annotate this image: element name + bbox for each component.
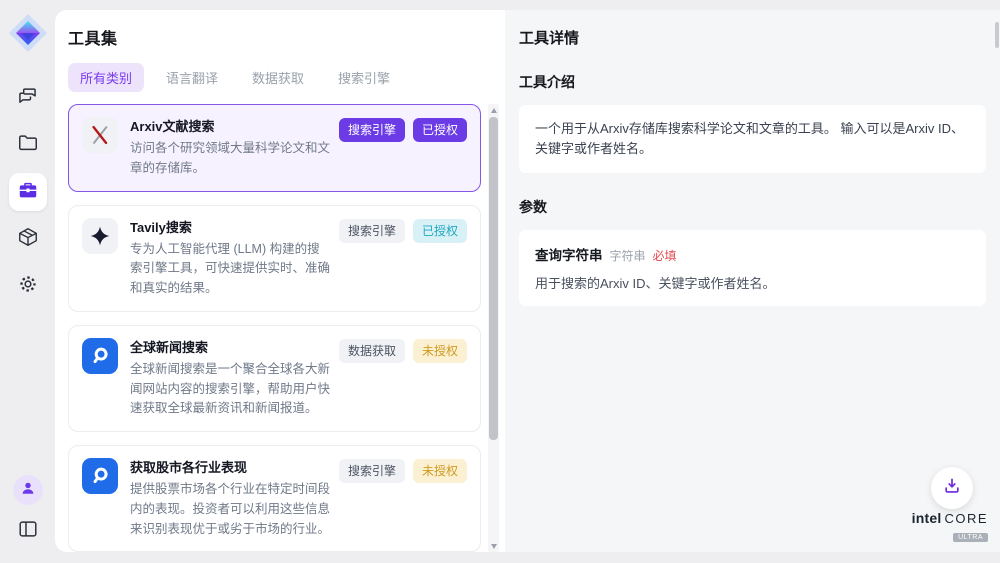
param-required-flag: 必填 — [653, 247, 677, 264]
category-badge: 搜索引擎 — [339, 219, 405, 243]
app-sidebar — [0, 0, 55, 563]
param-type: 字符串 — [610, 247, 646, 264]
tool-card[interactable]: Tavily搜索专为人工智能代理 (LLM) 构建的搜索引擎工具，可快速提供实时… — [68, 205, 481, 312]
tool-list: Arxiv文献搜索访问各个研究领域大量科学论文和文章的存储库。搜索引擎已授权Ta… — [68, 104, 481, 552]
tool-card-body: Arxiv文献搜索访问各个研究领域大量科学论文和文章的存储库。 — [130, 117, 331, 179]
tool-badges: 搜索引擎未授权 — [339, 459, 467, 483]
tool-card[interactable]: 全球新闻搜索全球新闻搜索是一个聚合全球各大新闻网站内容的搜索引擎，帮助用户快速获… — [68, 325, 481, 432]
tab-3[interactable]: 搜索引擎 — [326, 63, 402, 92]
sidebar-item-chat[interactable] — [9, 79, 47, 117]
download-icon — [942, 476, 962, 501]
intel-core-logo: intel core ultra — [912, 510, 988, 544]
auth-status-badge: 已授权 — [413, 219, 467, 243]
sidebar-item-settings[interactable] — [9, 267, 47, 305]
tool-card-body: 全球新闻搜索全球新闻搜索是一个聚合全球各大新闻网站内容的搜索引擎，帮助用户快速获… — [130, 338, 331, 419]
category-badge: 搜索引擎 — [339, 459, 405, 483]
sidebar-bottom — [12, 475, 44, 547]
sidebar-item-files[interactable] — [9, 126, 47, 164]
param-name: 查询字符串 — [535, 244, 603, 264]
download-button[interactable] — [931, 467, 973, 509]
brand-core-text: core — [944, 511, 988, 526]
tool-name: 全球新闻搜索 — [130, 338, 331, 358]
chat-icon — [17, 85, 39, 112]
sidebar-nav — [9, 79, 47, 305]
tool-name: Tavily搜索 — [130, 218, 331, 238]
folder-icon — [17, 132, 39, 159]
page-title: 工具集 — [68, 25, 505, 49]
toolbox-icon — [17, 179, 39, 206]
tool-description: 提供股票市场各个行业在特定时间段内的表现。投资者可以利用这些信息来识别表现优于或… — [130, 480, 331, 539]
tool-list-viewport: Arxiv文献搜索访问各个研究领域大量科学论文和文章的存储库。搜索引擎已授权Ta… — [68, 104, 505, 552]
auth-status-badge: 未授权 — [413, 459, 467, 483]
category-tabs: 所有类别语言翻译数据获取搜索引擎 — [68, 63, 505, 92]
page-scrollbar-thumb[interactable] — [995, 22, 999, 48]
tool-detail-panel: 工具详情 工具介绍 一个用于从Arxiv存储库搜索科学论文和文章的工具。 输入可… — [505, 10, 1000, 552]
juhe-icon — [82, 338, 118, 374]
tool-card-body: 获取股市各行业表现提供股票市场各个行业在特定时间段内的表现。投资者可以利用这些信… — [130, 458, 331, 539]
tab-2[interactable]: 数据获取 — [240, 63, 316, 92]
user-avatar[interactable] — [13, 475, 43, 505]
auth-status-badge: 已授权 — [413, 118, 467, 142]
tool-description: 专为人工智能代理 (LLM) 构建的搜索引擎工具，可快速提供实时、准确和真实的结… — [130, 240, 331, 299]
tool-description: 全球新闻搜索是一个聚合全球各大新闻网站内容的搜索引擎，帮助用户快速获取全球最新资… — [130, 360, 331, 419]
tool-badges: 搜索引擎已授权 — [339, 219, 467, 243]
tool-name: 获取股市各行业表现 — [130, 458, 331, 478]
brand-badge: ultra — [953, 533, 988, 542]
auth-status-badge: 未授权 — [413, 339, 467, 363]
gear-icon — [17, 273, 39, 300]
intro-box: 一个用于从Arxiv存储库搜索科学论文和文章的工具。 输入可以是Arxiv ID… — [519, 105, 986, 173]
scrollbar-up-icon[interactable] — [488, 104, 499, 116]
tool-card[interactable]: 获取股市各行业表现提供股票市场各个行业在特定时间段内的表现。投资者可以利用这些信… — [68, 445, 481, 552]
detail-title: 工具详情 — [519, 27, 986, 48]
tool-badges: 数据获取未授权 — [339, 339, 467, 363]
tool-badges: 搜索引擎已授权 — [339, 118, 467, 142]
collapse-sidebar-button[interactable] — [12, 515, 44, 547]
intro-text: 一个用于从Arxiv存储库搜索科学论文和文章的工具。 输入可以是Arxiv ID… — [535, 121, 964, 156]
params-heading: 参数 — [519, 197, 986, 217]
param-description: 用于搜索的Arxiv ID、关键字或作者姓名。 — [535, 273, 970, 292]
tool-description: 访问各个研究领域大量科学论文和文章的存储库。 — [130, 139, 331, 179]
app-logo — [7, 11, 49, 55]
tab-1[interactable]: 语言翻译 — [154, 63, 230, 92]
tool-card-body: Tavily搜索专为人工智能代理 (LLM) 构建的搜索引擎工具，可快速提供实时… — [130, 218, 331, 299]
tools-panel: 工具集 所有类别语言翻译数据获取搜索引擎 Arxiv文献搜索访问各个研究领域大量… — [55, 10, 505, 552]
category-badge: 数据获取 — [339, 339, 405, 363]
tavily-icon — [82, 218, 118, 254]
main-window: 工具集 所有类别语言翻译数据获取搜索引擎 Arxiv文献搜索访问各个研究领域大量… — [55, 10, 1000, 552]
cube-icon — [17, 226, 39, 253]
arxiv-icon — [82, 117, 118, 153]
intro-heading: 工具介绍 — [519, 72, 986, 92]
tab-0[interactable]: 所有类别 — [68, 63, 144, 92]
sidebar-item-packages[interactable] — [9, 220, 47, 258]
param-card: 查询字符串 字符串 必填 用于搜索的Arxiv ID、关键字或作者姓名。 — [519, 230, 986, 306]
category-badge: 搜索引擎 — [339, 118, 405, 142]
tool-card[interactable]: Arxiv文献搜索访问各个研究领域大量科学论文和文章的存储库。搜索引擎已授权 — [68, 104, 481, 192]
scrollbar-thumb[interactable] — [489, 117, 498, 440]
panel-toggle-icon — [17, 518, 39, 545]
scrollbar-down-icon[interactable] — [488, 540, 499, 552]
person-icon — [19, 479, 37, 502]
list-scrollbar[interactable] — [488, 104, 499, 552]
brand-intel-text: intel — [912, 510, 942, 526]
tool-name: Arxiv文献搜索 — [130, 117, 331, 137]
juhe-icon — [82, 458, 118, 494]
sidebar-item-tools[interactable] — [9, 173, 47, 211]
